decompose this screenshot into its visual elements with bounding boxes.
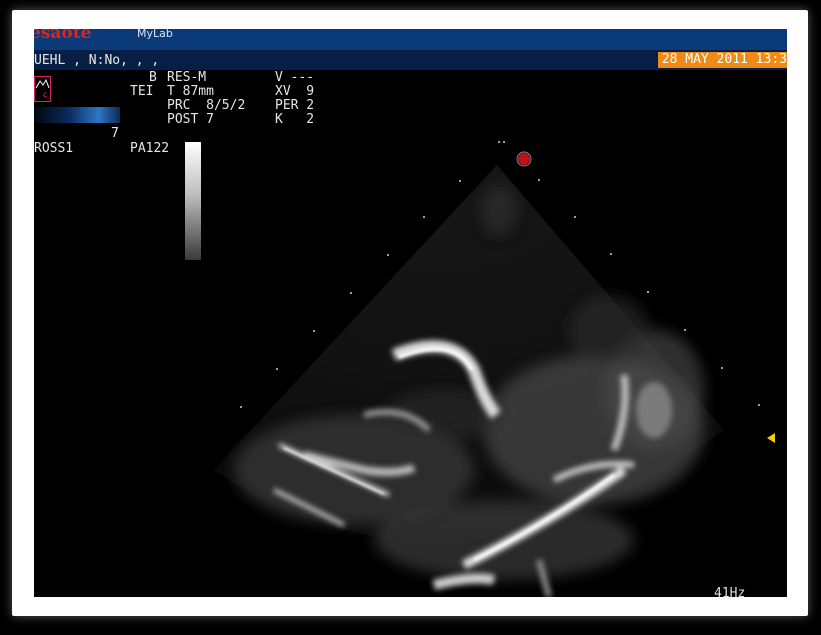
focus-marker-icon — [516, 151, 532, 167]
echo-image — [214, 141, 775, 597]
patient-info: UEHL , N:No, , , — [34, 53, 160, 68]
triangle-marker-icon — [767, 433, 775, 443]
brand-logo: esaote — [34, 29, 92, 43]
ultrasound-screen: esaote MyLab UEHL , N:No, , , 28 MAY 201… — [34, 29, 787, 597]
brand-model: MyLab — [137, 29, 173, 40]
exam-datetime: 28 MAY 2011 13:3 — [657, 52, 787, 68]
frame-rate-label: 41Hz — [714, 586, 746, 597]
brand-bar: esaote MyLab — [34, 29, 787, 50]
patient-bar: UEHL , N:No, , , 28 MAY 2011 13:3 — [34, 50, 787, 70]
